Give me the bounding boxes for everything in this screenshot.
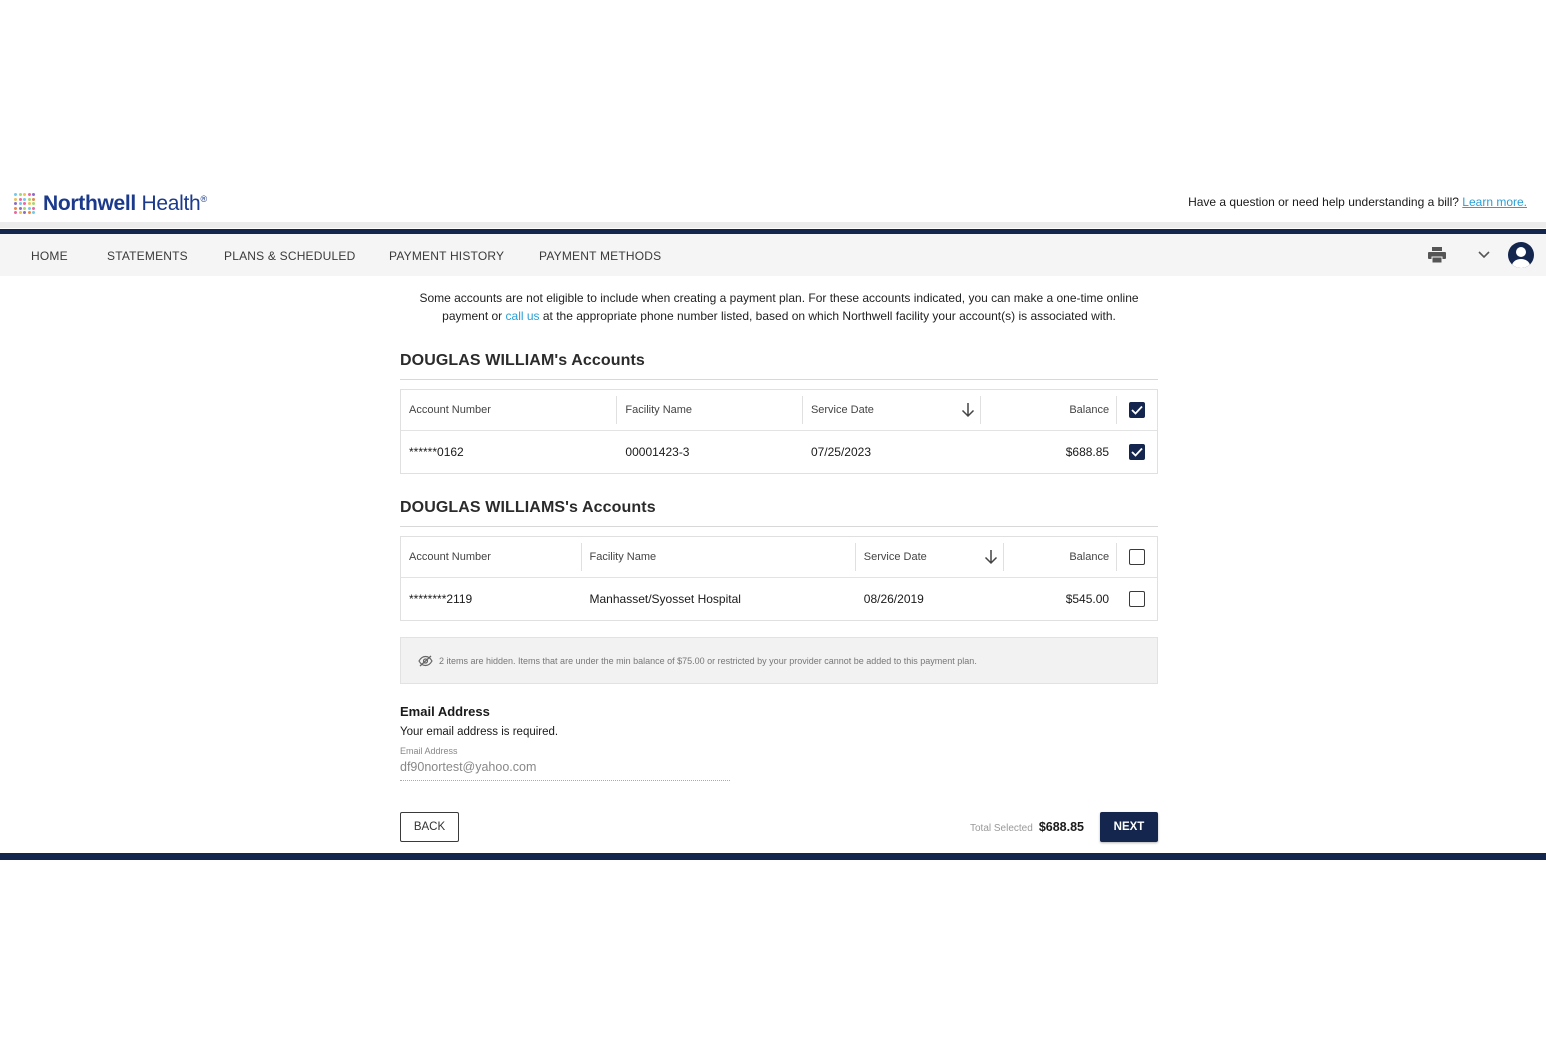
back-button[interactable]: BACK [400,812,459,842]
row-select-cell [1117,431,1157,473]
select-all-checkbox[interactable] [1129,549,1146,565]
total-selected-label: Total Selected [969,823,1033,834]
account-number: ********2119 [409,592,473,606]
group-1-title: DOUGLAS WILLIAM's Accounts [400,352,1158,380]
footer-divider [0,853,1546,860]
balance: $688.85 [1065,445,1110,459]
table-row: ********2119 Manhasset/Syosset Hospital … [401,578,1157,620]
col-account-number: Account Number [401,537,582,577]
next-button[interactable]: NEXT [1100,812,1158,842]
eligibility-notice: Some accounts are not eligible to includ… [400,289,1158,325]
learn-more-link[interactable]: Learn more. [1462,195,1527,209]
table-row: ******0162 00001423-3 07/25/2023 $688.85 [401,431,1157,473]
help-text: Have a question or need help understandi… [1188,195,1527,209]
group-2-accounts-table: Account Number Facility Name Service Dat… [400,536,1158,621]
balance: $545.00 [1065,592,1110,606]
call-us-link[interactable]: call us [506,309,540,323]
footer-actions: BACK Total Selected $688.85 NEXT [400,812,1158,842]
total-selected-value: $688.85 [1038,820,1084,834]
eye-off-icon [418,655,433,666]
table-header: Account Number Facility Name Service Dat… [401,390,1157,431]
nav-plans-scheduled[interactable]: PLANS & SCHEDULED [224,249,355,263]
account-number: ******0162 [409,445,464,459]
logo-dots-icon [14,193,36,215]
service-date: 08/26/2019 [863,592,924,606]
col-facility-name: Facility Name [617,390,803,430]
col-facility-name: Facility Name [582,537,857,577]
help-question: Have a question or need help understandi… [1188,195,1459,209]
print-icon[interactable] [1428,247,1446,263]
group-2-title: DOUGLAS WILLIAMS's Accounts [400,499,1158,527]
facility-name: Manhasset/Syosset Hospital [589,592,741,606]
group-1-accounts-table: Account Number Facility Name Service Dat… [400,389,1158,474]
nav-payment-methods[interactable]: PAYMENT METHODS [539,249,661,263]
chevron-down-icon[interactable] [1478,251,1490,259]
sort-arrow-down-icon[interactable] [984,549,998,565]
header-divider [0,222,1546,228]
select-all-cell [1117,537,1157,577]
col-balance: Balance [1004,537,1117,577]
total-selected: Total Selected $688.85 [970,820,1084,834]
user-avatar-icon[interactable] [1508,242,1534,268]
main-nav: HOME STATEMENTS PLANS & SCHEDULED PAYMEN… [0,229,1546,276]
table-header: Account Number Facility Name Service Dat… [401,537,1157,578]
notice-text-2: at the appropriate phone number listed, … [539,309,1116,323]
email-required-text: Your email address is required. [400,726,559,738]
email-field[interactable] [400,756,730,781]
row-select-checkbox[interactable] [1129,444,1146,460]
logo-text: Northwell Health® [43,192,207,215]
nav-home[interactable]: HOME [31,249,68,263]
main-content: Some accounts are not eligible to includ… [400,276,1158,781]
row-select-checkbox[interactable] [1129,591,1146,607]
northwell-logo[interactable]: Northwell Health® [14,192,207,216]
col-service-date[interactable]: Service Date [856,537,1005,577]
sort-arrow-down-icon[interactable] [961,402,975,418]
nav-payment-history[interactable]: PAYMENT HISTORY [389,249,504,263]
select-all-cell [1117,390,1157,430]
col-balance: Balance [981,390,1117,430]
col-service-date-label: Service Date [810,404,874,416]
row-select-cell [1117,578,1157,620]
hidden-items-text: 2 items are hidden. Items that are under… [439,655,977,666]
service-date: 07/25/2023 [810,445,871,459]
email-field-label: Email Address [400,746,458,756]
top-bar: Northwell Health® Have a question or nee… [0,188,1546,222]
select-all-checkbox[interactable] [1129,402,1146,418]
col-service-date-label: Service Date [863,551,927,563]
col-account-number: Account Number [401,390,618,430]
facility-name: 00001423-3 [625,445,690,459]
hidden-items-note: 2 items are hidden. Items that are under… [400,637,1158,684]
email-section-title: Email Address [400,704,490,719]
nav-statements[interactable]: STATEMENTS [107,249,188,263]
col-service-date[interactable]: Service Date [803,390,982,430]
